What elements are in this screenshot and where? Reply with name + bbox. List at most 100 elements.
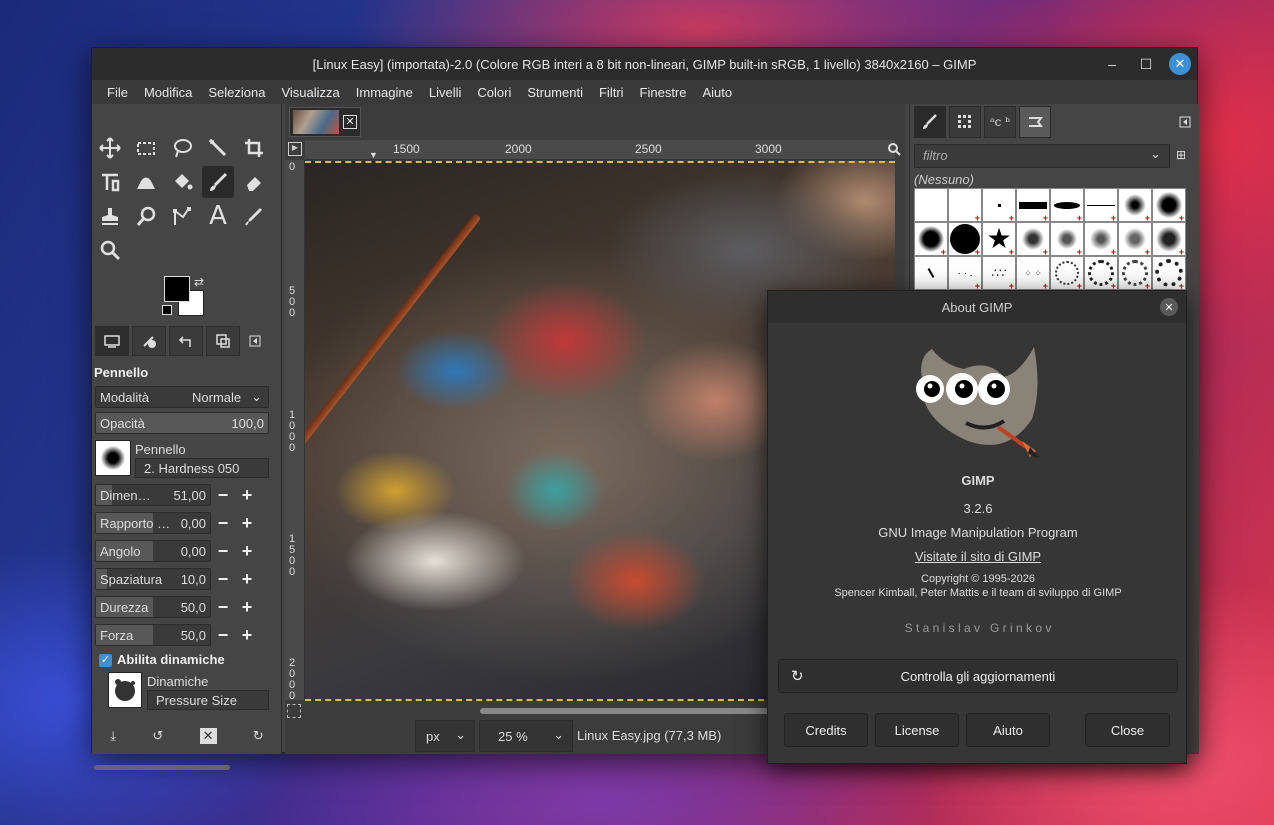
crop-icon[interactable] (238, 132, 270, 164)
spacing-plus-button[interactable]: + (235, 568, 259, 590)
minimize-icon[interactable]: – (1101, 53, 1123, 75)
brush-preview[interactable] (95, 440, 131, 476)
brush-thumb[interactable]: + (948, 188, 982, 223)
delete-options-icon[interactable]: ✕ (199, 728, 217, 744)
brush-filter-input[interactable]: filtro ⌄ (914, 144, 1170, 168)
force-slider[interactable]: Forza 50,0 (95, 624, 211, 646)
ratio-minus-button[interactable]: − (211, 512, 235, 534)
title-bar[interactable]: [Linux Easy] (importata)-2.0 (Colore RGB… (92, 48, 1197, 80)
brush-select[interactable]: 2. Hardness 050 (135, 458, 269, 478)
hardness-slider[interactable]: Durezza 50,0 (95, 596, 211, 618)
vertical-ruler[interactable]: 0 500 1000 1500 2000 (285, 160, 305, 702)
dock-menu-icon[interactable] (1179, 116, 1191, 131)
bucket-fill-icon[interactable] (166, 166, 198, 198)
license-button[interactable]: License (875, 713, 959, 747)
brush-thumb[interactable]: ★ + (982, 222, 1016, 257)
brush-thumb[interactable]: + (1084, 188, 1118, 223)
unit-select[interactable]: px ⌄ (415, 720, 475, 752)
tag-icon[interactable]: ⊞ (1176, 148, 1186, 162)
brush-thumb[interactable]: + (1118, 222, 1152, 257)
opacity-slider[interactable]: Opacità 100,0 (95, 412, 269, 434)
zoom-icon[interactable] (94, 234, 126, 266)
menu-finestre[interactable]: Finestre (632, 85, 695, 100)
menu-livelli[interactable]: Livelli (421, 85, 470, 100)
size-minus-button[interactable]: − (211, 484, 235, 506)
brush-thumb[interactable]: + (1016, 188, 1050, 223)
close-tab-icon[interactable]: ✕ (343, 115, 357, 129)
menu-strumenti[interactable]: Strumenti (519, 85, 591, 100)
hardness-minus-button[interactable]: − (211, 596, 235, 618)
brush-thumb[interactable]: + (948, 222, 982, 257)
menu-modifica[interactable]: Modifica (136, 85, 200, 100)
brush-thumb[interactable]: · · . + (948, 256, 982, 291)
brush-thumb[interactable]: + (1084, 256, 1118, 291)
about-dialog-titlebar[interactable]: About GIMP ✕ (768, 291, 1186, 323)
clone-icon[interactable] (94, 200, 126, 232)
force-plus-button[interactable]: + (235, 624, 259, 646)
menu-visualizza[interactable]: Visualizza (273, 85, 347, 100)
brush-thumb[interactable]: + (1152, 188, 1186, 223)
brush-thumb[interactable]: + (1050, 188, 1084, 223)
image-menu-icon[interactable]: ▶ (288, 142, 302, 156)
menu-file[interactable]: File (99, 85, 136, 100)
reset-options-icon[interactable]: ↻ (253, 728, 264, 744)
text-tool-icon[interactable]: A (202, 200, 234, 232)
paths-icon[interactable] (166, 200, 198, 232)
brush-thumb[interactable] (914, 188, 948, 222)
size-slider[interactable]: Dimen… 51,00 (95, 484, 211, 506)
foreground-color-swatch[interactable] (164, 276, 190, 302)
close-icon[interactable]: ✕ (1169, 53, 1191, 75)
close-button[interactable]: Close (1085, 713, 1170, 747)
tool-options-tab-icon[interactable] (95, 326, 129, 356)
color-picker-icon[interactable] (238, 200, 270, 232)
angle-plus-button[interactable]: + (235, 540, 259, 562)
eraser-icon[interactable] (238, 166, 270, 198)
brush-thumb[interactable]: + (1050, 256, 1084, 291)
brush-thumb[interactable]: ⁘ ⁘ + (1016, 256, 1050, 291)
save-options-icon[interactable]: ⤓ (110, 728, 116, 744)
fonts-tab-icon[interactable]: ᵃc ᵇ (984, 106, 1016, 138)
spacing-minus-button[interactable]: − (211, 568, 235, 590)
maximize-icon[interactable]: ☐ (1135, 53, 1157, 75)
spacing-slider[interactable]: Spaziatura 10,0 (95, 568, 211, 590)
menu-aiuto[interactable]: Aiuto (695, 85, 741, 100)
angle-minus-button[interactable]: − (211, 540, 235, 562)
website-link[interactable]: Visitate il sito di GIMP (768, 549, 1188, 564)
credits-button[interactable]: Credits (784, 713, 868, 747)
brush-thumb[interactable]: + (982, 188, 1016, 223)
angle-slider[interactable]: Angolo 0,00 (95, 540, 211, 562)
smudge-icon[interactable] (130, 200, 162, 232)
dynamics-checkbox[interactable]: ✓ (99, 654, 112, 667)
move-tool-icon[interactable] (94, 132, 126, 164)
ratio-plus-button[interactable]: + (235, 512, 259, 534)
rect-select-icon[interactable] (130, 132, 162, 164)
brush-thumb[interactable]: + (1152, 256, 1186, 291)
brush-thumb[interactable]: ∴∵ + (982, 256, 1016, 291)
brush-thumb[interactable]: + (1084, 222, 1118, 257)
hardness-plus-button[interactable]: + (235, 596, 259, 618)
horizontal-scrollbar[interactable] (480, 708, 770, 714)
check-updates-button[interactable]: ↻ Controlla gli aggiornamenti (778, 659, 1178, 693)
dynamics-select[interactable]: Pressure Size (147, 690, 269, 710)
size-plus-button[interactable]: + (235, 484, 259, 506)
force-minus-button[interactable]: − (211, 624, 235, 646)
presets-tab-icon[interactable] (1019, 106, 1051, 138)
images-tab-icon[interactable] (206, 326, 240, 356)
brush-thumb[interactable]: + (1152, 222, 1186, 257)
zoom-select[interactable]: 25 % ⌄ (479, 720, 573, 752)
device-status-tab-icon[interactable] (132, 326, 166, 356)
menu-immagine[interactable]: Immagine (348, 85, 421, 100)
transform-icon[interactable] (94, 166, 126, 198)
brushes-tab-icon[interactable] (914, 106, 946, 138)
brush-thumb[interactable]: + (1050, 222, 1084, 257)
horizontal-ruler[interactable]: 1500 2000 2500 3000 ▼ (305, 140, 895, 160)
zoom-navigate-icon[interactable] (887, 142, 901, 159)
tool-options-scrollbar[interactable] (94, 765, 230, 770)
brush-thumb[interactable]: + (1118, 188, 1152, 223)
menu-seleziona[interactable]: Seleziona (200, 85, 273, 100)
warp-icon[interactable] (130, 166, 162, 198)
dynamics-preview[interactable] (108, 672, 142, 708)
brush-thumb[interactable]: + (914, 222, 948, 257)
mode-select[interactable]: Modalità Normale ⌄ (95, 386, 269, 408)
help-button[interactable]: Aiuto (966, 713, 1050, 747)
